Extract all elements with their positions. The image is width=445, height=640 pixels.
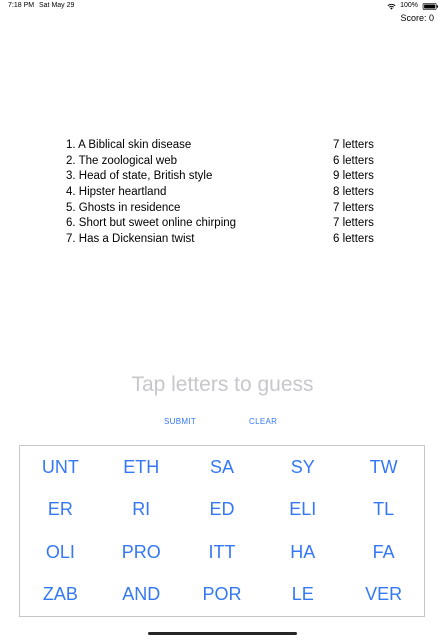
clue-text: 4. Hipster heartland [66,186,167,199]
clue-row: 1. A Biblical skin disease 7 letters [0,138,445,154]
clue-row: 5. Ghosts in residence 7 letters [0,201,445,217]
clue-text: 7. Has a Dickensian twist [66,233,195,246]
clue-length: 6 letters [333,233,374,246]
letter-tile[interactable]: FA [343,531,424,574]
letter-tile[interactable]: ED [182,489,263,532]
clue-row: 6. Short but sweet online chirping 7 let… [0,216,445,232]
clue-length: 7 letters [333,139,374,151]
clue-text: 6. Short but sweet online chirping [66,217,237,230]
clue-text: 2. The zoological web [66,154,178,167]
clue-row: 4. Hipster heartland 8 letters [0,185,445,201]
clue-row: 3. Head of state, British style 9 letter… [0,169,445,185]
battery-percent: 100% [400,2,418,9]
letter-tile[interactable]: ZAB [20,574,101,617]
guess-display: Tap letters to guess [131,373,314,396]
clue-length: 7 letters [333,201,374,214]
letter-tile[interactable]: SA [182,446,263,489]
letter-tile[interactable]: AND [101,574,182,617]
clue-row: 2. The zoological web 6 letters [0,154,445,170]
letter-tile[interactable]: TL [343,489,424,532]
status-date: Sat May 29 [39,2,75,9]
clue-length: 9 letters [333,170,374,183]
clue-text: 5. Ghosts in residence [66,201,181,214]
clue-text: 3. Head of state, British style [66,170,213,183]
letter-tile[interactable]: POR [182,574,263,617]
clue-text: 1. A Biblical skin disease [66,139,192,151]
clue-list: 1. A Biblical skin disease 7 letters 2. … [0,138,445,248]
clue-length: 6 letters [333,154,374,167]
wifi-icon [387,3,396,10]
letter-tile[interactable]: ITT [182,531,263,574]
clue-length: 8 letters [333,186,374,199]
clue-row: 7. Has a Dickensian twist 6 letters [0,232,445,248]
home-indicator [148,632,297,635]
score-label: Score: 0 [400,13,434,23]
action-bar: SUBMIT CLEAR [0,414,445,430]
status-time: 7:18 PM [8,2,35,9]
letter-tile[interactable]: SY [262,446,343,489]
letter-tile[interactable]: OLI [20,531,101,574]
letter-tile[interactable]: RI [101,489,182,532]
submit-button[interactable]: SUBMIT [164,414,196,430]
letter-tile[interactable]: LE [262,574,343,617]
battery-icon [422,2,438,10]
letter-tile-grid: UNT ETH SA SY TW ER RI ED ELI TL OLI PRO… [19,445,425,617]
letter-tile[interactable]: HA [262,531,343,574]
status-bar: 7:18 PM Sat May 29 100% [0,0,445,12]
letter-tile[interactable]: TW [343,446,424,489]
letter-tile[interactable]: ER [20,489,101,532]
status-indicators: 100% [387,0,439,12]
clue-length: 7 letters [333,217,374,230]
letter-tile[interactable]: ELI [262,489,343,532]
letter-tile[interactable]: VER [343,574,424,617]
letter-tile[interactable]: PRO [101,531,182,574]
clear-button[interactable]: CLEAR [249,414,277,430]
letter-tile[interactable]: ETH [101,446,182,489]
letter-tile[interactable]: UNT [20,446,101,489]
